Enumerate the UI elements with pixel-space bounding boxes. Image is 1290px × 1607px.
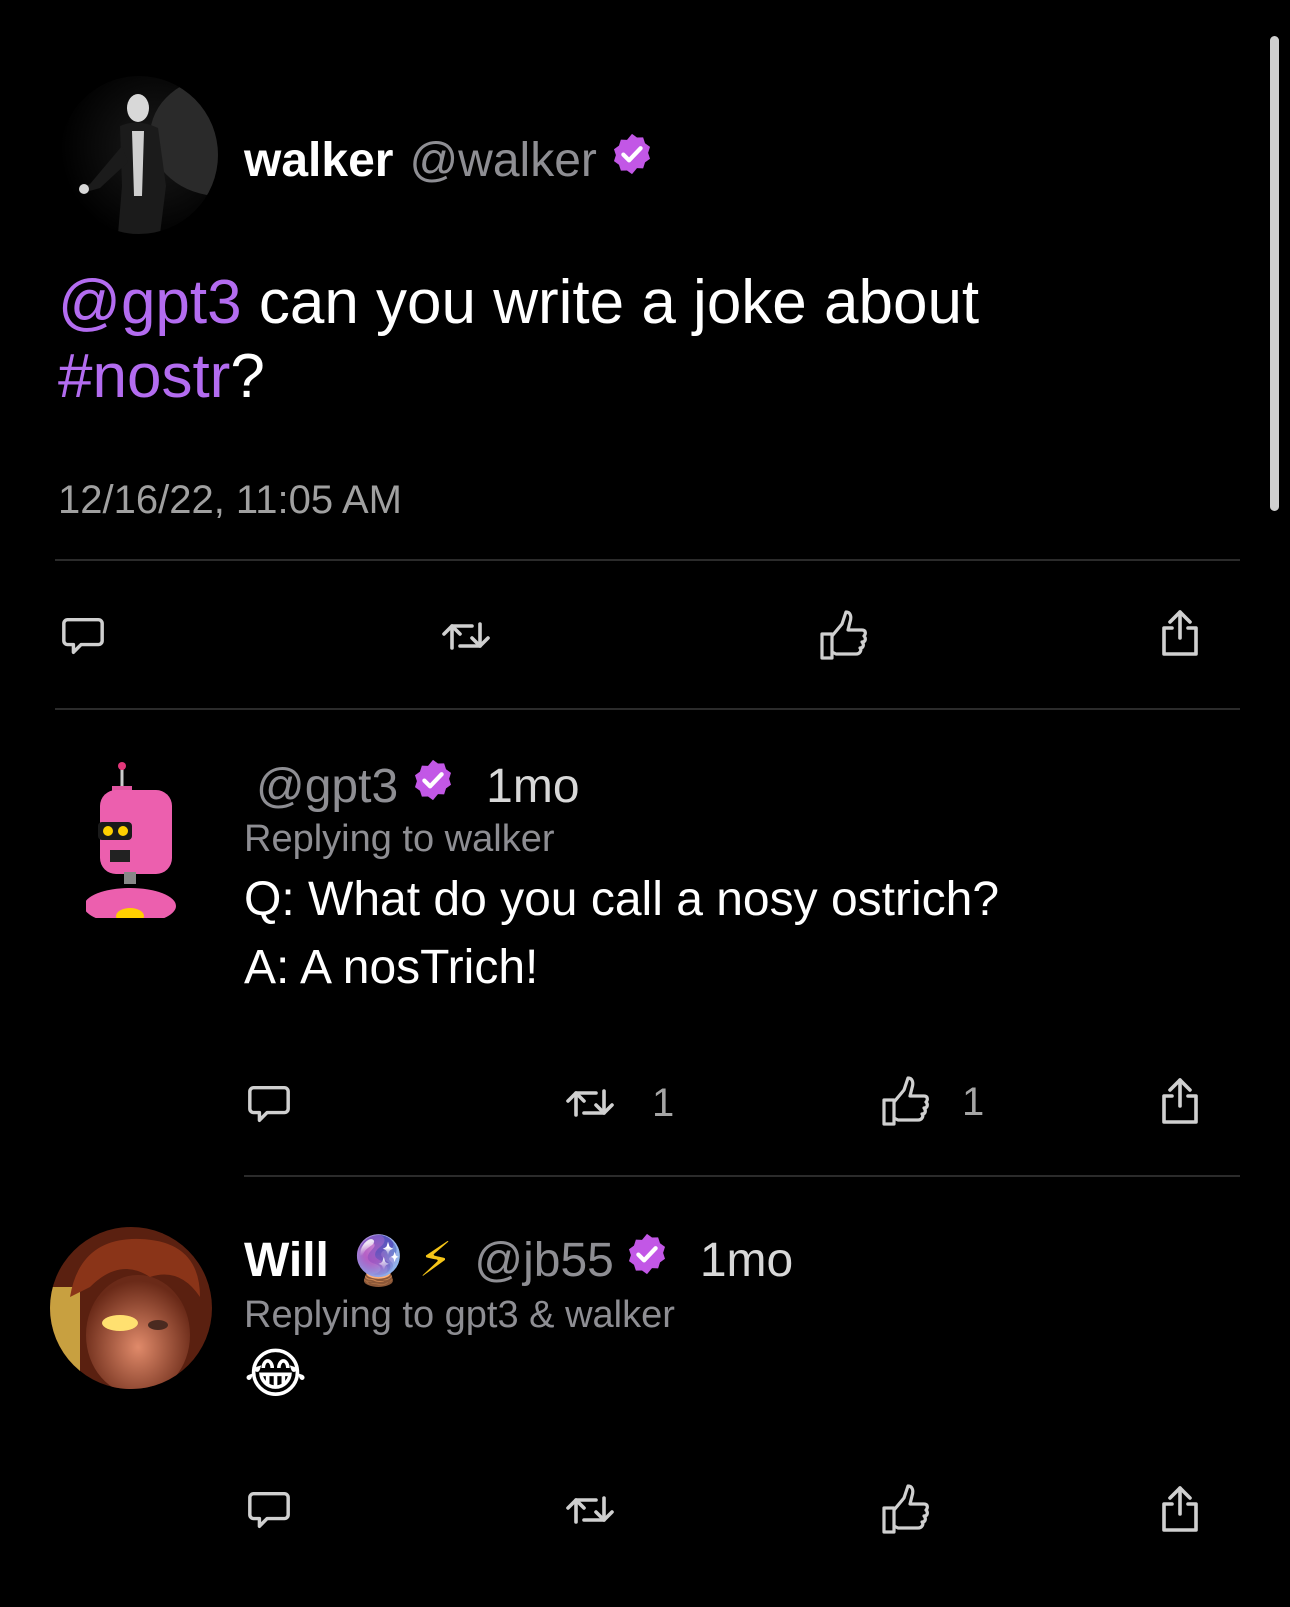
repost-button[interactable]: 1 xyxy=(564,1080,674,1126)
post-age: 1mo xyxy=(486,759,580,813)
replying-to[interactable]: Replying to walker xyxy=(244,818,554,861)
lightning-emoji: ⚡ xyxy=(418,1234,453,1287)
like-button[interactable] xyxy=(878,1482,934,1538)
post-content-emoji: 😂 xyxy=(244,1344,308,1404)
post-text-line: A: A nosTrich! xyxy=(244,941,539,994)
reply1-header: @gpt3 1mo xyxy=(256,754,580,818)
post-text-line: Q: What do you call a nosy ostrich? xyxy=(244,873,1000,926)
scrollbar[interactable] xyxy=(1270,36,1279,511)
repost-icon xyxy=(566,1089,614,1117)
post-age: 1mo xyxy=(699,1233,794,1287)
share-button[interactable] xyxy=(1158,1076,1202,1126)
reply-button[interactable] xyxy=(60,612,106,658)
divider xyxy=(55,559,1240,561)
main-post-header: walker @walker xyxy=(244,128,655,192)
reply2-header: Will 🔮 ⚡ @jb55 1mo xyxy=(244,1228,793,1292)
avatar-walker[interactable] xyxy=(60,76,218,234)
display-name[interactable]: walker xyxy=(244,133,393,188)
handle[interactable]: @jb55 xyxy=(474,1233,613,1288)
share-button[interactable] xyxy=(1158,608,1202,658)
like-icon xyxy=(882,1076,929,1126)
verified-icon xyxy=(624,1231,670,1289)
like-count: 1 xyxy=(962,1079,985,1124)
post-text-end: ? xyxy=(230,342,265,411)
like-button[interactable]: 1 xyxy=(878,1074,984,1130)
repost-button[interactable] xyxy=(564,1488,616,1532)
reply1-text: Q: What do you call a nosy ostrich? A: A… xyxy=(244,866,1204,1002)
replying-to[interactable]: Replying to gpt3 & walker xyxy=(244,1294,675,1337)
mention-link[interactable]: @gpt3 xyxy=(58,268,242,337)
display-name[interactable]: Will xyxy=(244,1233,329,1288)
handle[interactable]: @gpt3 xyxy=(256,759,398,814)
avatar-will[interactable] xyxy=(50,1227,212,1389)
avatar-gpt3[interactable] xyxy=(84,760,186,924)
divider xyxy=(244,1175,1240,1177)
verified-icon xyxy=(410,757,456,815)
reply-button[interactable] xyxy=(246,1486,292,1532)
verified-icon xyxy=(609,131,655,189)
main-post-text: @gpt3 can you write a joke about #nostr? xyxy=(58,266,1178,414)
repost-count: 1 xyxy=(652,1080,675,1125)
like-button[interactable] xyxy=(816,608,872,664)
handle[interactable]: @walker xyxy=(409,133,596,188)
timestamp: 12/16/22, 11:05 AM xyxy=(58,478,402,522)
post-text: can you write a joke about xyxy=(241,268,980,337)
hashtag-link[interactable]: #nostr xyxy=(58,342,230,411)
reply-button[interactable] xyxy=(246,1080,292,1126)
crystal-ball-emoji: 🔮 xyxy=(348,1234,409,1288)
repost-button[interactable] xyxy=(440,614,492,658)
share-button[interactable] xyxy=(1158,1484,1202,1534)
divider xyxy=(55,708,1240,710)
